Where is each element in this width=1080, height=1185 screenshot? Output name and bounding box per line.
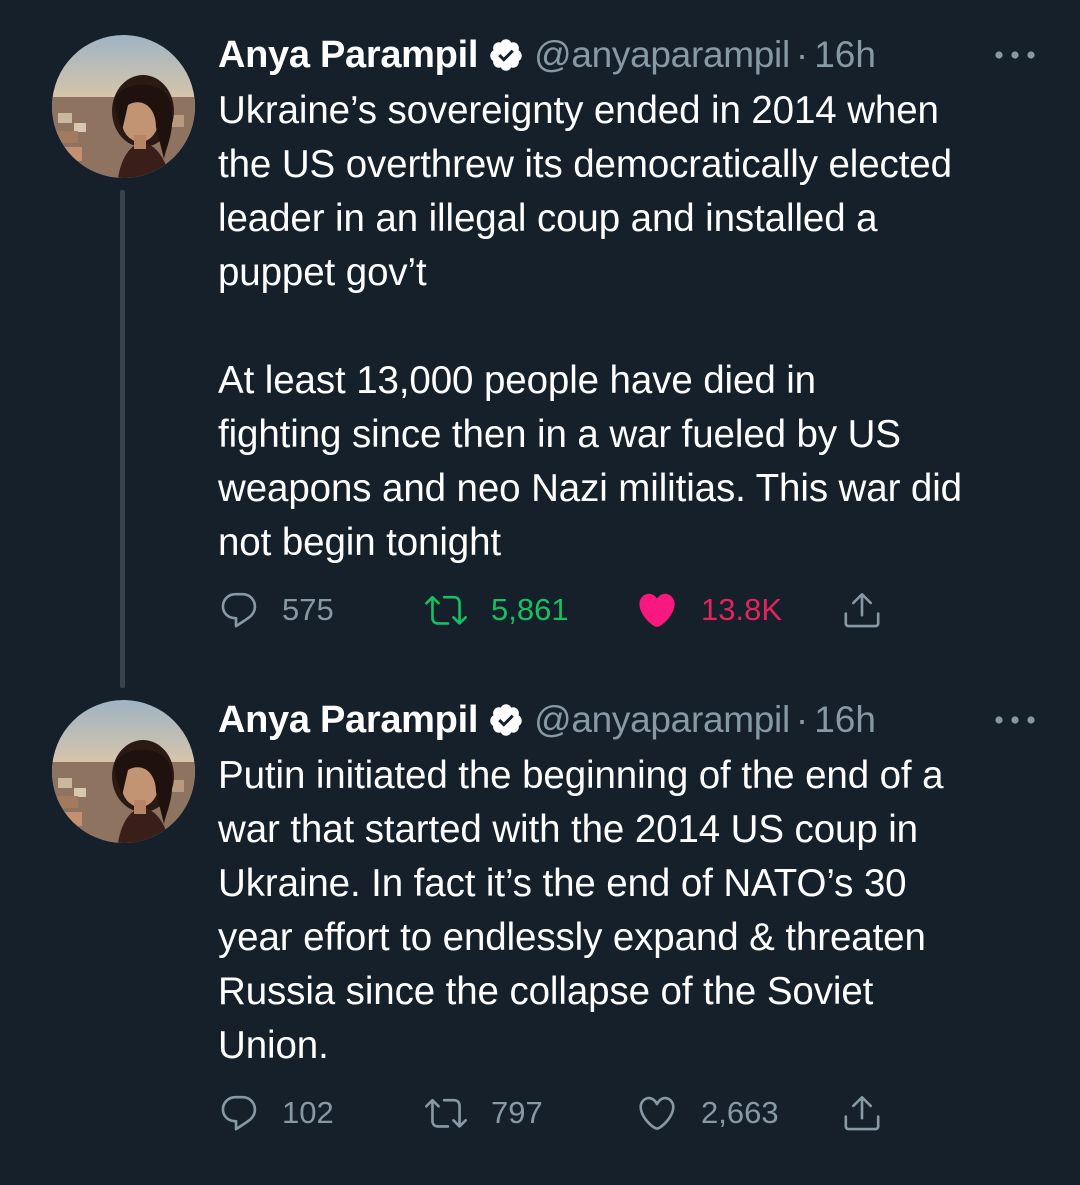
tweet-text: Putin initiated the beginning of the end…: [218, 754, 944, 1067]
like-button[interactable]: 2,663: [635, 1091, 779, 1135]
retweet-button[interactable]: 5,861: [423, 588, 569, 632]
like-count: 2,663: [701, 1095, 779, 1130]
retweet-icon: [423, 589, 469, 631]
avatar[interactable]: [52, 700, 195, 843]
profile-photo-icon: [52, 35, 195, 178]
like-button[interactable]: 13.8K: [635, 588, 782, 632]
share-button[interactable]: [841, 588, 883, 632]
tweet-header: Anya Parampil @anyaparampil · 16h: [218, 697, 1040, 743]
verified-badge-icon: [488, 37, 524, 73]
like-count: 13.8K: [701, 592, 783, 627]
profile-photo-icon: [52, 700, 195, 843]
tweet[interactable]: Anya Parampil @anyaparampil · 16h Ukrain…: [0, 0, 1080, 680]
separator-dot: ·: [795, 34, 809, 75]
retweet-count: 5,861: [491, 592, 569, 627]
more-icon[interactable]: [990, 42, 1040, 68]
heart-icon: [635, 589, 679, 631]
author-handle[interactable]: @anyaparampil: [534, 699, 790, 741]
avatar[interactable]: [52, 35, 195, 178]
tweet[interactable]: Anya Parampil @anyaparampil · 16h Putin …: [0, 668, 1080, 1185]
reply-button[interactable]: 575: [218, 588, 334, 632]
tweet-header: Anya Parampil @anyaparampil · 16h: [218, 32, 1040, 78]
timestamp[interactable]: 16h: [814, 34, 876, 76]
share-icon: [841, 1092, 883, 1134]
tweet-actions: 575 5,861 13.8K: [218, 588, 918, 632]
tweet-text: Ukraine’s sovereignty ended in 2014 when…: [218, 89, 962, 564]
author-name[interactable]: Anya Parampil: [218, 699, 478, 742]
separator-dot: ·: [795, 699, 809, 740]
author-handle[interactable]: @anyaparampil: [534, 34, 790, 76]
heart-icon: [635, 1092, 679, 1134]
author-name[interactable]: Anya Parampil: [218, 34, 478, 77]
retweet-count: 797: [491, 1095, 543, 1130]
retweet-button[interactable]: 797: [423, 1091, 543, 1135]
verified-badge-icon: [488, 702, 524, 738]
reply-count: 102: [282, 1095, 334, 1130]
retweet-icon: [423, 1092, 469, 1134]
reply-icon: [218, 589, 260, 631]
reply-button[interactable]: 102: [218, 1091, 334, 1135]
share-icon: [841, 589, 883, 631]
tweet-actions: 102 797 2,663: [218, 1091, 918, 1135]
timestamp[interactable]: 16h: [814, 699, 876, 741]
more-icon[interactable]: [990, 707, 1040, 733]
share-button[interactable]: [841, 1091, 883, 1135]
reply-icon: [218, 1092, 260, 1134]
reply-count: 575: [282, 592, 334, 627]
